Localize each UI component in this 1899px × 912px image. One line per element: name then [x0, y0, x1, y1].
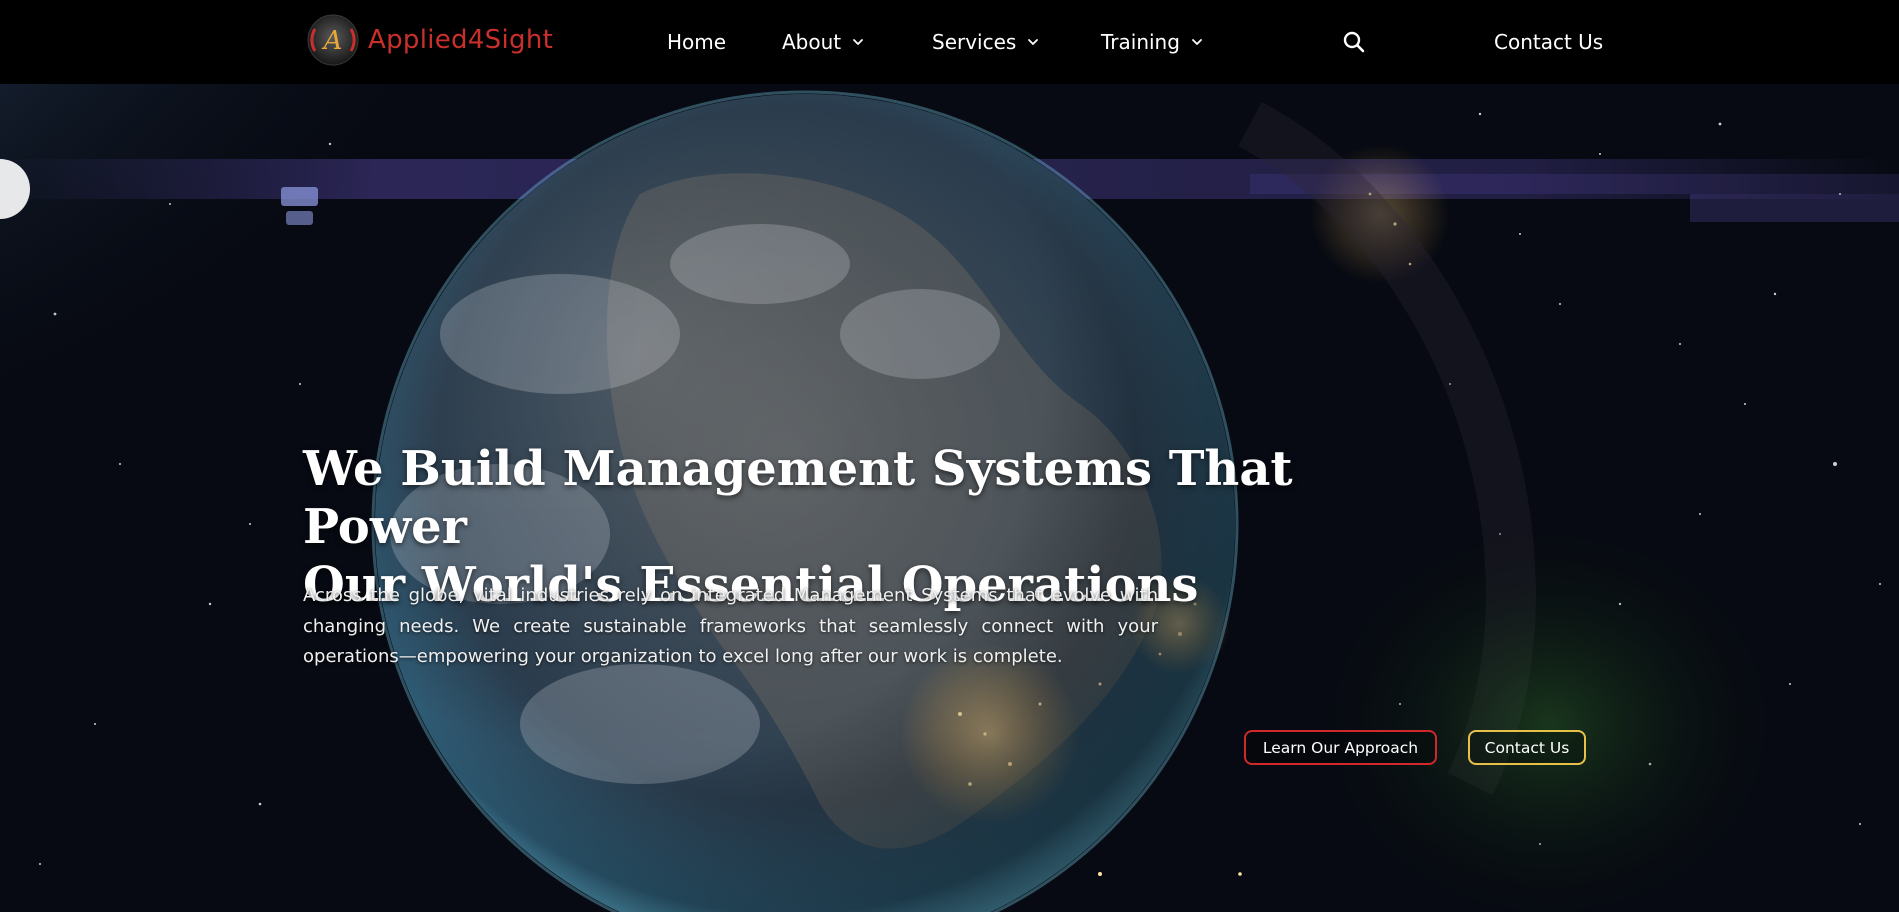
hero-description: Across the globe, vital industries rely … [303, 585, 1158, 667]
search-icon [1343, 31, 1365, 53]
nav-services-label: Services [932, 30, 1017, 54]
nav-training[interactable]: Training [1101, 0, 1204, 84]
nav-home[interactable]: Home [667, 0, 726, 84]
nav-about-label: About [782, 30, 842, 54]
chevron-down-icon [1028, 39, 1039, 45]
nav-contact-label: Contact Us [1494, 30, 1604, 54]
learn-our-approach-button[interactable]: Learn Our Approach [1244, 730, 1437, 765]
hero-section: We Build Management Systems That Power O… [0, 84, 1899, 912]
search-button[interactable] [1342, 0, 1366, 84]
nav-services[interactable]: Services [932, 0, 1040, 84]
brand-logo[interactable]: A Applied4Sight [306, 13, 553, 67]
hero-headline-line-1: We Build Management Systems That Power [303, 441, 1293, 555]
nav-contact-us[interactable]: Contact Us [1494, 0, 1603, 84]
nav-home-label: Home [667, 30, 727, 54]
top-nav: A Applied4Sight Home About Services Trai… [0, 0, 1899, 84]
hero-contact-us-button[interactable]: Contact Us [1468, 730, 1586, 765]
brand-name: Applied4Sight [368, 25, 554, 55]
nav-training-label: Training [1101, 30, 1180, 54]
chevron-down-icon [853, 39, 864, 45]
nav-about[interactable]: About [782, 0, 865, 84]
hero-contact-us-label: Contact Us [1484, 738, 1570, 757]
chevron-down-icon [1192, 39, 1202, 45]
svg-text:A: A [322, 26, 343, 56]
learn-our-approach-label: Learn Our Approach [1262, 738, 1419, 757]
logo-mark-icon: A [307, 14, 359, 66]
